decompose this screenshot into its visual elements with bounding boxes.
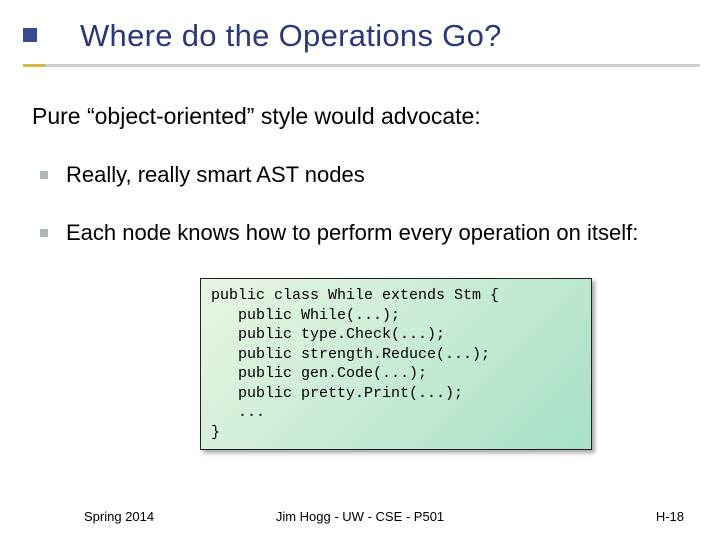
footer-right: H-18 xyxy=(656,509,684,524)
title-region: Where do the Operations Go? xyxy=(0,0,720,67)
bullet-square-icon xyxy=(40,229,48,237)
slide-title: Where do the Operations Go? xyxy=(0,18,720,54)
bullet-item: Really, really smart AST nodes xyxy=(32,162,688,188)
title-underline-gray xyxy=(23,64,700,67)
subtitle: Pure “object-oriented” style would advoc… xyxy=(32,103,688,130)
code-box: public class While extends Stm { public … xyxy=(200,278,592,450)
bullet-item: Each node knows how to perform every ope… xyxy=(32,220,688,246)
title-underline-yellow xyxy=(23,64,45,67)
bullet-text: Really, really smart AST nodes xyxy=(66,162,365,188)
footer-center: Jim Hogg - UW - CSE - P501 xyxy=(276,509,444,524)
title-accent-square xyxy=(23,28,37,42)
bullet-square-icon xyxy=(40,171,48,179)
code-region: public class While extends Stm { public … xyxy=(200,278,592,450)
title-underline xyxy=(0,64,720,67)
footer-left: Spring 2014 xyxy=(84,509,154,524)
footer: Spring 2014 Jim Hogg - UW - CSE - P501 H… xyxy=(0,509,720,524)
content-area: Pure “object-oriented” style would advoc… xyxy=(0,67,720,450)
bullet-text: Each node knows how to perform every ope… xyxy=(66,220,638,246)
